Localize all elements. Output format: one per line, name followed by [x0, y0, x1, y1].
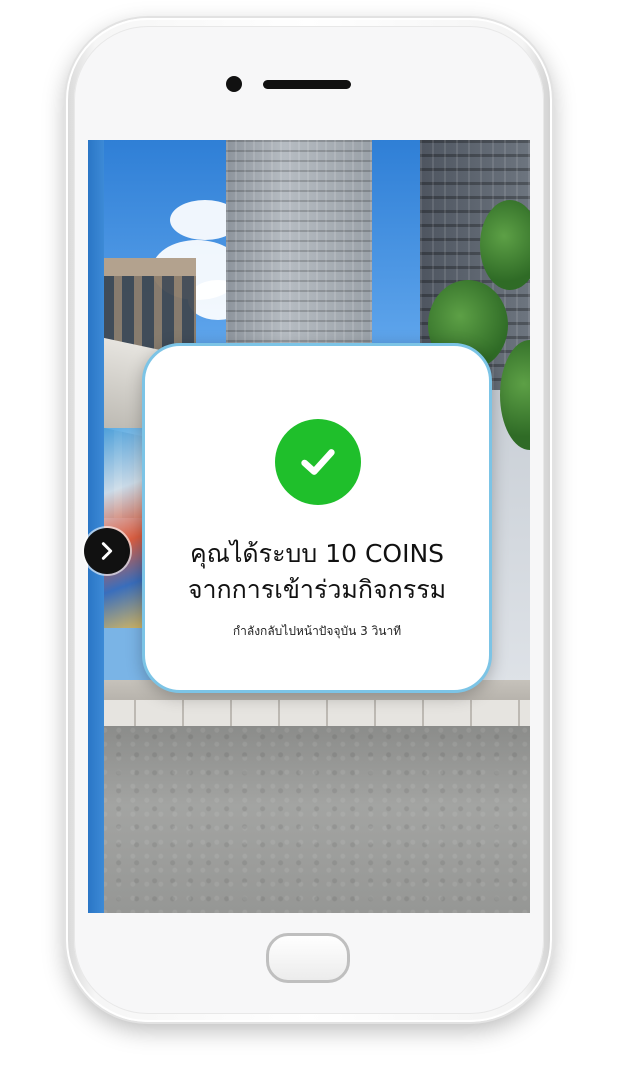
next-scene-button[interactable] [84, 528, 130, 574]
home-button[interactable] [266, 933, 350, 983]
chevron-right-icon [101, 542, 113, 560]
reward-dialog: คุณได้ระบบ 10 COINS จากการเข้าร่วมกิจกรร… [142, 343, 492, 693]
road-surface [88, 726, 530, 913]
building-left-roof [102, 258, 196, 276]
reward-message-line2: จากการเข้าร่วมกิจกรรม [187, 575, 447, 604]
redirect-countdown: กำลังกลับไปหน้าปัจจุบัน 3 วินาที [232, 624, 402, 638]
phone-mockup-stage: คุณได้ระบบ 10 COINS จากการเข้าร่วมกิจกรร… [0, 0, 633, 1074]
reward-message-line1: คุณได้ระบบ 10 COINS [189, 539, 445, 568]
checkmark-icon [301, 449, 335, 475]
left-edge-strip [88, 140, 104, 913]
reward-message: คุณได้ระบบ 10 COINS จากการเข้าร่วมกิจกรร… [145, 536, 489, 608]
front-camera [226, 76, 242, 92]
earpiece-speaker [263, 80, 351, 89]
check-circle-icon [275, 419, 361, 505]
